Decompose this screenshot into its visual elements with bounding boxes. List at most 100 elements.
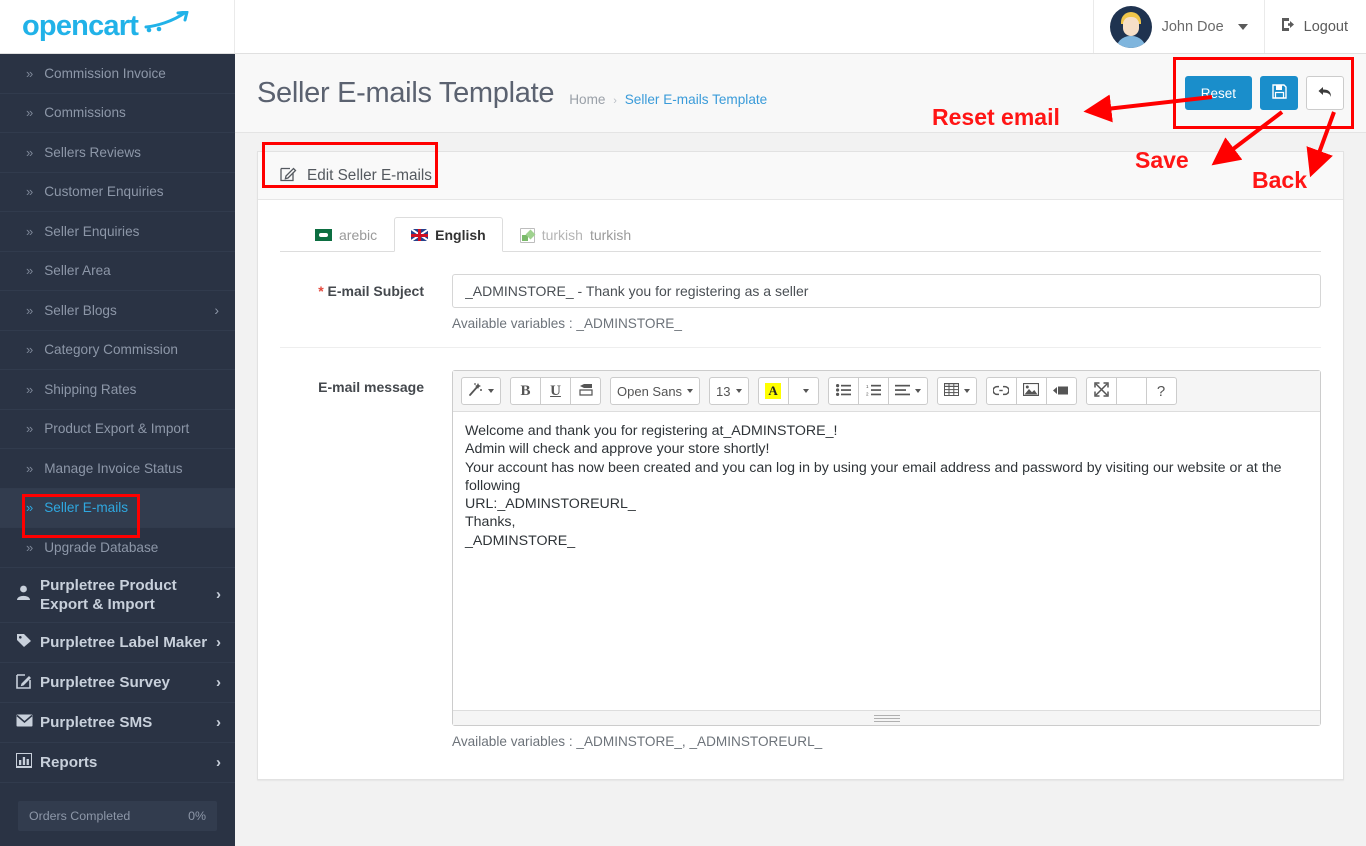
- sidebar-item-upgrade-database[interactable]: » Upgrade Database: [0, 528, 235, 568]
- opencart-admin-page: opencart John Doe Logout » Commission In…: [0, 0, 1366, 846]
- text-highlight-color-icon[interactable]: A: [757, 377, 789, 405]
- tab-label: turkish: [589, 227, 632, 243]
- main-content: Seller E-mails Template Home › Seller E-…: [235, 54, 1366, 846]
- paragraph-align-icon[interactable]: [887, 377, 928, 405]
- editor-statusbar: [453, 710, 1320, 725]
- orders-completed-value: 0%: [188, 809, 206, 824]
- underline-icon[interactable]: U: [540, 377, 571, 405]
- sidebar-item-shipping-rates[interactable]: » Shipping Rates: [0, 370, 235, 410]
- toolbar-group: 12: [827, 377, 928, 405]
- email-message-help: Available variables : _ADMINSTORE_, _ADM…: [452, 734, 823, 749]
- sidebar-item-seller-enquiries[interactable]: » Seller Enquiries: [0, 212, 235, 252]
- page-header: Seller E-mails Template Home › Seller E-…: [235, 54, 1366, 133]
- chevron-right-icon: ›: [216, 714, 221, 732]
- sidebar-item-product-export-import[interactable]: » Product Export & Import: [0, 410, 235, 449]
- sidebar-item-manage-invoice-status[interactable]: » Manage Invoice Status: [0, 449, 235, 489]
- sidebar-item-label: Commissions: [44, 105, 126, 121]
- message-line: Welcome and thank you for registering at…: [465, 423, 838, 439]
- toolbar-group: ?: [1085, 377, 1177, 405]
- brand-logo-area[interactable]: opencart: [0, 0, 235, 53]
- double-chevron-icon: »: [26, 263, 34, 279]
- tab-label: arebic: [339, 227, 378, 243]
- clear-format-icon[interactable]: [570, 377, 601, 405]
- tab-arebic[interactable]: arebic: [298, 217, 394, 252]
- editor-toolbar[interactable]: B U Open Sans 13 A 1 2?: [453, 371, 1320, 412]
- bold-icon[interactable]: B: [510, 377, 541, 405]
- back-button[interactable]: [1306, 76, 1344, 110]
- sidebar-item-reports[interactable]: Reports ›: [0, 743, 235, 784]
- double-chevron-icon: »: [26, 539, 34, 555]
- paragraph-align-icon-glyph: [894, 384, 910, 399]
- brand-name: opencart: [22, 10, 139, 42]
- link-icon-glyph: [992, 384, 1010, 399]
- sidebar-item-seller-area[interactable]: » Seller Area: [0, 252, 235, 291]
- email-subject-input[interactable]: [452, 274, 1321, 308]
- breadcrumb-current[interactable]: Seller E-mails Template: [625, 92, 768, 107]
- sidebar-item-purpletree-sms[interactable]: Purpletree SMS ›: [0, 703, 235, 744]
- chevron-right-icon: ›: [214, 302, 219, 319]
- double-chevron-icon: »: [26, 144, 34, 160]
- logout-button[interactable]: Logout: [1263, 0, 1366, 53]
- chevron-down-icon: [914, 389, 921, 393]
- color-dropdown-icon[interactable]: [787, 377, 819, 405]
- chevron-down-icon: [735, 389, 742, 393]
- sidebar-item-label: Purpletree Label Maker: [40, 634, 208, 652]
- font-family-select[interactable]: Open Sans: [610, 377, 701, 405]
- sidebar-item-category-commission[interactable]: » Category Commission: [0, 331, 235, 370]
- sidebar-nav[interactable]: » Commission Invoice » Commissions » Sellers …: [0, 54, 235, 846]
- sidebar-item-sellers-reviews[interactable]: » Sellers Reviews: [0, 133, 235, 173]
- save-button[interactable]: [1260, 76, 1298, 110]
- logout-icon: [1281, 17, 1297, 36]
- magic-style-icon[interactable]: [461, 377, 501, 405]
- edit-pencil-icon: [280, 165, 297, 187]
- sidebar-item-label: Upgrade Database: [44, 539, 159, 555]
- sidebar-item-purpletree-survey[interactable]: Purpletree Survey ›: [0, 663, 235, 704]
- highlight-A-glyph: A: [765, 383, 781, 399]
- required-marker: *: [318, 283, 324, 299]
- help-glyph: ?: [1156, 382, 1166, 400]
- user-menu[interactable]: John Doe: [1092, 0, 1264, 53]
- page-title: Seller E-mails Template: [257, 76, 555, 109]
- picture-icon[interactable]: [1015, 377, 1047, 405]
- tag-icon: [16, 633, 40, 652]
- table-icon[interactable]: [936, 377, 977, 405]
- fullscreen-icon[interactable]: [1085, 377, 1117, 405]
- unordered-list-icon-glyph: [835, 383, 851, 399]
- help-icon[interactable]: ?: [1145, 377, 1177, 405]
- chevron-down-icon: [802, 389, 809, 393]
- bold-glyph: B: [520, 382, 531, 399]
- envelope-icon: [16, 714, 40, 731]
- reset-button[interactable]: Reset: [1184, 76, 1252, 110]
- sidebar-item-commission-invoice[interactable]: » Commission Invoice: [0, 54, 235, 94]
- font-size-select[interactable]: 13: [709, 377, 749, 405]
- tab-english[interactable]: English: [394, 217, 503, 252]
- ordered-list-icon[interactable]: 12: [857, 377, 889, 405]
- sidebar-item-purpletree-product-export-import[interactable]: Purpletree Product Export & Import ›: [0, 568, 235, 624]
- sidebar-item-seller-blogs[interactable]: » Seller Blogs ›: [0, 291, 235, 331]
- breadcrumb-home[interactable]: Home: [569, 92, 605, 107]
- fullscreen-icon-glyph: [1093, 382, 1109, 400]
- email-message-body[interactable]: Welcome and thank you for registering at…: [453, 412, 1320, 710]
- sidebar-item-commissions[interactable]: » Commissions: [0, 94, 235, 133]
- language-tabs[interactable]: arebic English turkish turkish: [280, 216, 1321, 252]
- message-line: _ADMINSTORE_: [465, 532, 576, 549]
- sidebar-item-purpletree-label-maker[interactable]: Purpletree Label Maker ›: [0, 623, 235, 664]
- double-chevron-icon: »: [26, 342, 34, 358]
- editor-resize-handle[interactable]: [873, 715, 900, 724]
- breadcrumb: Home › Seller E-mails Template: [569, 92, 767, 107]
- tab-turkish[interactable]: turkish turkish: [503, 217, 648, 252]
- sidebar-item-label: Seller Blogs: [44, 302, 117, 318]
- chevron-down-icon: [1237, 23, 1248, 30]
- chevron-right-icon: ›: [216, 754, 221, 772]
- video-icon[interactable]: [1045, 377, 1077, 405]
- unordered-list-icon[interactable]: [827, 377, 859, 405]
- code-view-icon[interactable]: [1115, 377, 1147, 405]
- link-icon[interactable]: [985, 377, 1017, 405]
- sidebar-item-label: Product Export & Import: [44, 421, 190, 437]
- chevron-right-icon: ›: [216, 634, 221, 652]
- button-label: Open Sans: [617, 383, 683, 399]
- sidebar-item-seller-e-mails[interactable]: » Seller E-mails: [0, 488, 235, 528]
- sidebar-item-label: Seller Area: [44, 263, 111, 279]
- broken-image-alt-text: turkish: [541, 227, 583, 243]
- sidebar-item-customer-enquiries[interactable]: » Customer Enquiries: [0, 173, 235, 212]
